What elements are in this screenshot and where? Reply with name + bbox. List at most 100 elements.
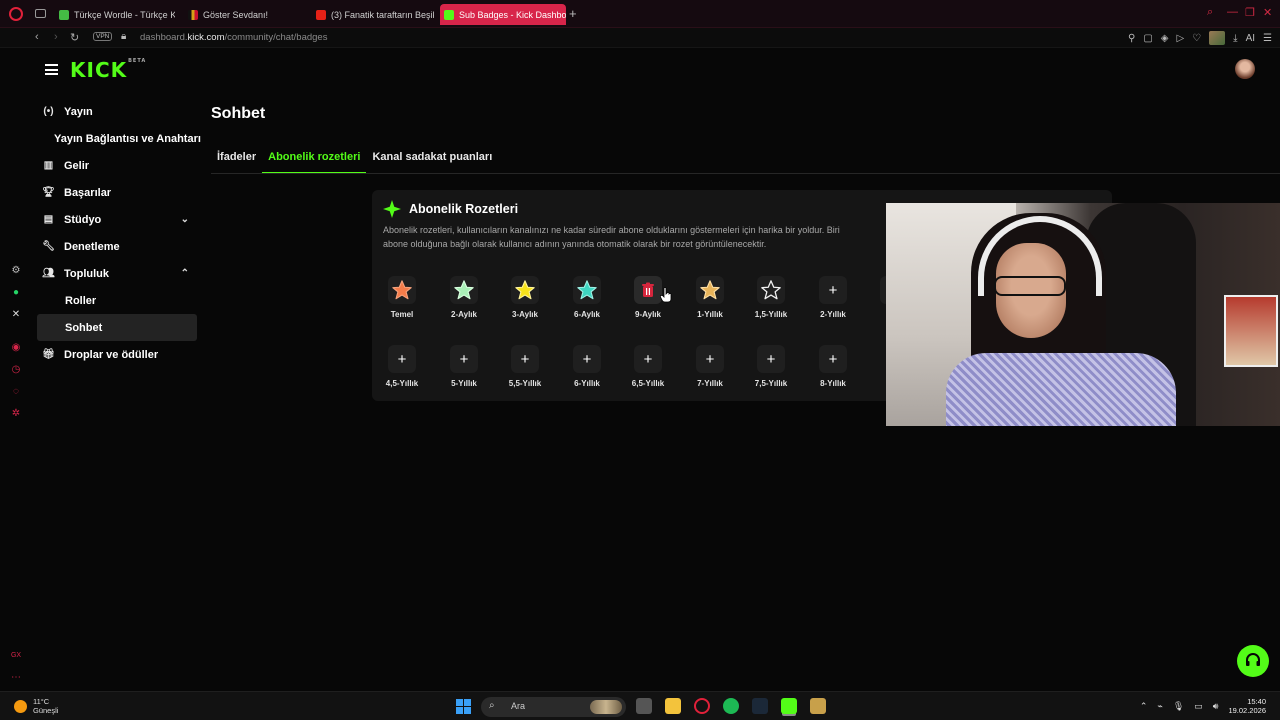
plus-icon: + bbox=[819, 345, 847, 373]
badge-slot-empty[interactable]: + 7-Yıllık bbox=[685, 345, 735, 388]
badge-slot[interactable]: 1-Yıllık bbox=[685, 276, 735, 319]
mic-icon[interactable]: 🎙︎ bbox=[1173, 701, 1184, 712]
card-title: Abonelik Rozetleri bbox=[409, 202, 519, 216]
close-window-button[interactable]: ✕ bbox=[1263, 6, 1272, 19]
plus-icon: + bbox=[757, 345, 785, 373]
youtube-favicon-icon bbox=[316, 9, 326, 20]
badge-slot[interactable]: 2-Aylık bbox=[439, 276, 489, 319]
hamburger-menu-icon[interactable] bbox=[45, 64, 58, 75]
task-view-icon[interactable] bbox=[636, 698, 652, 714]
badge-label: Temel bbox=[390, 310, 414, 319]
kick-app-icon[interactable] bbox=[781, 698, 797, 714]
forward-icon[interactable]: › bbox=[54, 31, 58, 43]
tab-ifadeler[interactable]: İfadeler bbox=[211, 149, 262, 174]
browser-tab[interactable]: (3) Fanatik taraftarın Beşik bbox=[312, 4, 434, 25]
badge-slot[interactable]: 3-Aylık bbox=[500, 276, 550, 319]
opera-logo-icon[interactable] bbox=[9, 7, 23, 21]
chevron-up-icon[interactable]: ⌃ bbox=[181, 268, 189, 279]
history-icon[interactable]: ◷ bbox=[10, 364, 22, 375]
clock[interactable]: 15:40 19.02.2026 bbox=[1228, 697, 1266, 715]
gx-icon[interactable]: GX bbox=[10, 652, 22, 659]
download-icon[interactable]: ⤓ bbox=[1233, 33, 1237, 44]
back-icon[interactable]: ‹ bbox=[35, 31, 39, 43]
workspaces-icon[interactable] bbox=[35, 9, 46, 18]
play-icon[interactable]: ▷ bbox=[1176, 33, 1184, 44]
weather-widget[interactable]: 11°C Güneşli bbox=[14, 697, 58, 715]
chatgpt-icon[interactable]: ⚙ bbox=[10, 265, 22, 276]
badge-slot-empty[interactable]: + 5,5-Yıllık bbox=[500, 345, 550, 388]
sidebar-item-stream-key[interactable]: Yayın Bağlantısı ve Anahtarı bbox=[37, 125, 201, 152]
badge-slot[interactable]: 1,5-Yıllık bbox=[746, 276, 796, 319]
star-badge-icon bbox=[511, 276, 539, 304]
volume-icon[interactable]: 🔊︎ bbox=[1213, 701, 1219, 712]
settings-icon[interactable]: ✲ bbox=[10, 408, 22, 419]
browser-tab-strip: Türkçe Wordle - Türkçe K Göster Sevdanı!… bbox=[0, 0, 1280, 28]
shield-icon[interactable]: ◈ bbox=[1161, 33, 1169, 44]
maximize-button[interactable]: ❐ bbox=[1245, 6, 1255, 19]
search-icon: ⌕ bbox=[489, 700, 495, 711]
whatsapp-icon[interactable]: ● bbox=[10, 287, 22, 298]
chevron-up-icon[interactable]: ⌃ bbox=[1140, 701, 1148, 712]
sidebar-item-denetleme[interactable]: 🔧︎ Denetleme bbox=[37, 233, 197, 260]
badge-slot-empty[interactable]: + 8-Yıllık bbox=[808, 345, 858, 388]
heart-icon[interactable]: ♡ bbox=[1192, 33, 1201, 44]
hand-cursor-icon bbox=[660, 287, 672, 303]
vpn-badge[interactable]: VPN bbox=[93, 32, 113, 41]
sidebar-item-label: Denetleme bbox=[64, 240, 120, 253]
steam-icon[interactable] bbox=[752, 698, 768, 714]
badge-slot-empty[interactable]: + 6-Yıllık bbox=[562, 345, 612, 388]
sidebar-item-sohbet[interactable]: Sohbet bbox=[37, 314, 197, 341]
display-icon[interactable]: ▭ bbox=[1194, 701, 1203, 712]
lock-icon[interactable]: 🔒︎ bbox=[121, 31, 126, 42]
minimize-button[interactable]: — bbox=[1227, 6, 1238, 18]
kick-logo[interactable]: KICKBETA bbox=[70, 58, 146, 82]
profile-thumbnail-icon[interactable] bbox=[1209, 31, 1226, 45]
new-tab-button[interactable]: + bbox=[569, 6, 577, 21]
badge-slot[interactable]: Temel bbox=[377, 276, 427, 319]
badge-slot-empty[interactable]: + 2-Yıllık bbox=[808, 276, 858, 319]
aria-ai-button[interactable]: AI bbox=[1246, 33, 1255, 44]
user-avatar[interactable] bbox=[1235, 59, 1255, 79]
player-icon[interactable]: ◉ bbox=[10, 342, 22, 353]
taskbar-search[interactable]: ⌕ Ara bbox=[481, 697, 626, 717]
file-explorer-icon[interactable] bbox=[665, 698, 681, 714]
sidebar-item-basarilar[interactable]: 🏆︎ Başarılar bbox=[37, 179, 197, 206]
badge-slot-empty[interactable]: + 4,5-Yıllık bbox=[377, 345, 427, 388]
trash-icon[interactable] bbox=[634, 276, 662, 304]
browser-tab[interactable]: Türkçe Wordle - Türkçe K bbox=[55, 4, 175, 25]
search-tabs-icon[interactable]: ⌕ bbox=[1207, 6, 1213, 19]
tab-kanal-sadakat[interactable]: Kanal sadakat puanları bbox=[366, 149, 498, 174]
snapshot-icon[interactable]: ▢ bbox=[1143, 33, 1152, 44]
sidebar-item-gelir[interactable]: ▥ Gelir bbox=[37, 152, 197, 179]
x-twitter-icon[interactable]: ✕ bbox=[10, 309, 22, 320]
chevron-down-icon[interactable]: ⌄ bbox=[181, 214, 189, 225]
menu-icon[interactable]: ☰ bbox=[1263, 33, 1272, 44]
sidebar-item-label: Sohbet bbox=[65, 321, 103, 334]
browser-tab-title: Göster Sevdanı! bbox=[203, 9, 269, 20]
reload-icon[interactable]: ↻ bbox=[70, 31, 79, 44]
badge-label: 4,5-Yıllık bbox=[385, 379, 419, 388]
url-field[interactable]: dashboard.kick.com/community/chat/badges bbox=[140, 32, 327, 43]
spotify-icon[interactable] bbox=[723, 698, 739, 714]
support-chat-button[interactable] bbox=[1237, 645, 1269, 677]
sidebar-item-roller[interactable]: Roller bbox=[37, 287, 197, 314]
sidebar-item-droplar[interactable]: 🎁︎ Droplar ve ödüller bbox=[37, 341, 197, 368]
sparkle-icon bbox=[383, 200, 401, 218]
badge-slot-empty[interactable]: + 7,5-Yıllık bbox=[746, 345, 796, 388]
opera-taskbar-icon[interactable] bbox=[694, 698, 710, 714]
sidebar-item-topluluk[interactable]: 👥︎ Topluluk ⌃ bbox=[37, 260, 197, 287]
pin-icon[interactable]: ⚲ bbox=[1128, 33, 1135, 44]
messenger-icon[interactable]: ◌ bbox=[10, 386, 22, 397]
windows-start-icon[interactable] bbox=[456, 699, 471, 714]
sidebar-item-studyo[interactable]: ▤ Stüdyo ⌄ bbox=[37, 206, 197, 233]
browser-tab-active[interactable]: Sub Badges - Kick Dashbo bbox=[440, 4, 566, 25]
sidebar-item-yayin[interactable]: (•) Yayın bbox=[37, 98, 197, 125]
badge-slot[interactable]: 6-Aylık bbox=[562, 276, 612, 319]
network-icon[interactable]: ⌁ bbox=[1157, 701, 1162, 712]
more-dots-icon[interactable]: ⋯ bbox=[10, 672, 22, 683]
badge-slot-empty[interactable]: + 5-Yıllık bbox=[439, 345, 489, 388]
badge-slot-empty[interactable]: + 6,5-Yıllık bbox=[623, 345, 673, 388]
browser-tab[interactable]: Göster Sevdanı! bbox=[184, 4, 304, 25]
league-icon[interactable] bbox=[810, 698, 826, 714]
tab-abonelik-rozetleri[interactable]: Abonelik rozetleri bbox=[262, 149, 367, 174]
